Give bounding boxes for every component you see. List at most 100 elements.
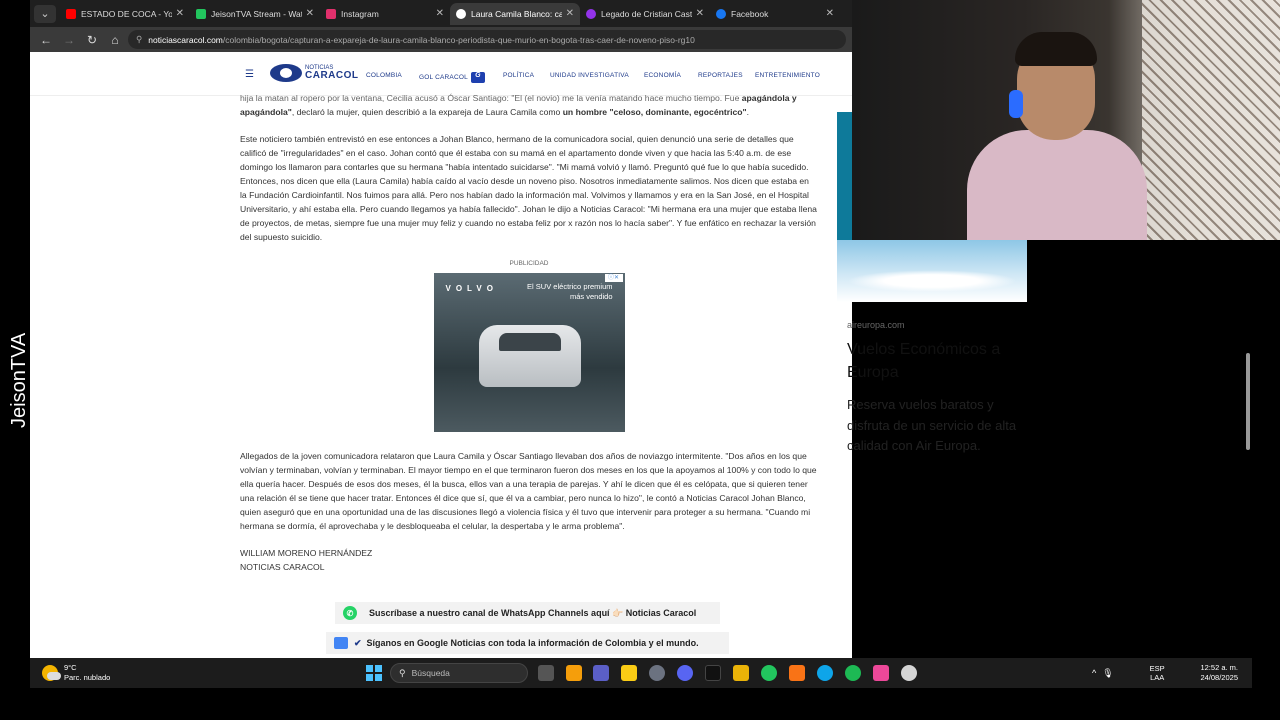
- tab-title: Facebook: [731, 8, 769, 19]
- taskbar-clock[interactable]: 12:52 a. m. 24/08/2025: [1190, 663, 1238, 683]
- tiktok-icon[interactable]: [705, 665, 721, 681]
- language-indicator[interactable]: ESP LAA: [1150, 664, 1165, 682]
- site-info-icon[interactable]: ⚲: [136, 34, 142, 45]
- site-logo[interactable]: NOTICIAS CARACOL: [270, 64, 359, 82]
- close-icon[interactable]: ✕: [826, 8, 834, 19]
- author-byline: WILLIAM MORENO HERNÁNDEZ NOTICIAS CARACO…: [240, 546, 818, 574]
- scrollbar-thumb[interactable]: [1246, 353, 1250, 450]
- hair: [1015, 32, 1097, 66]
- volvo-ad[interactable]: VOLVO El SUV eléctrico premium más vendi…: [433, 273, 625, 432]
- ad-tagline: El SUV eléctrico premium más vendido: [527, 282, 613, 301]
- copilot-icon[interactable]: [566, 665, 582, 681]
- clock-time: 12:52 a. m.: [1200, 663, 1238, 672]
- sidebar-ad-source[interactable]: aireuropa.com: [847, 320, 905, 330]
- search-icon: ⚲: [399, 667, 406, 678]
- weather-widget[interactable]: 9°C Parc. nublado: [42, 663, 110, 683]
- home-icon[interactable]: ⌂: [105, 30, 125, 50]
- file-explorer-icon[interactable]: [621, 665, 637, 681]
- chrome-icon[interactable]: [761, 665, 777, 681]
- browser-tab-active[interactable]: Laura Camila Blanco: capt ✕: [450, 2, 580, 25]
- sidebar-ad-strip: [837, 112, 852, 247]
- reload-icon[interactable]: ↻: [82, 30, 102, 50]
- close-icon[interactable]: ✕: [436, 8, 444, 19]
- browser-tab[interactable]: Instagram ✕: [320, 3, 450, 25]
- bold-quote: un hombre "celoso, dominante, egocéntric…: [562, 107, 747, 117]
- ad-brand: VOLVO: [445, 284, 498, 293]
- back-icon[interactable]: ←: [36, 30, 56, 50]
- headset-icon: [1009, 90, 1023, 118]
- caracol-logo-icon: [270, 64, 302, 82]
- tab-search-icon[interactable]: ⌄: [34, 4, 56, 23]
- sidebar-ad-image[interactable]: [837, 240, 1027, 302]
- chevron-up-icon[interactable]: ^: [1092, 668, 1096, 678]
- sidebar-ad-title[interactable]: Vuelos Económicos a Europa: [847, 338, 1037, 384]
- youtube-icon: [66, 8, 76, 19]
- streamer-person: [967, 30, 1147, 240]
- check-icon: ✔: [354, 637, 362, 648]
- address-bar[interactable]: ⚲ noticiascaracol.com/colombia/bogota/ca…: [128, 30, 846, 49]
- hoodie: [967, 130, 1147, 240]
- microphone-icon[interactable]: 🎙: [1102, 668, 1113, 679]
- browser-toolbar: ← → ↻ ⌂ ⚲ noticiascaracol.com/colombia/b…: [30, 27, 852, 52]
- stream-watermark: JeisonTVA: [6, 320, 32, 430]
- browser-tab[interactable]: Legado de Cristian Castañ ✕: [580, 3, 710, 25]
- ad-label: PUBLICIDAD: [509, 260, 549, 267]
- car-image: [478, 325, 581, 387]
- task-view-icon[interactable]: [538, 665, 554, 681]
- menu-icon[interactable]: ☰: [245, 69, 254, 80]
- browser-tab[interactable]: ESTADO DE COCA - YouTube ✕: [60, 3, 190, 25]
- close-icon[interactable]: ✕: [566, 8, 574, 19]
- obs-icon[interactable]: [901, 665, 917, 681]
- browser-tab[interactable]: JeisonTVA Stream - Watch ✕: [190, 3, 320, 25]
- discord-icon[interactable]: [677, 665, 693, 681]
- nav-entretenimiento[interactable]: ENTRETENIMIENTO: [755, 72, 820, 79]
- google-news-text: Síganos en Google Noticias con toda la i…: [366, 638, 699, 648]
- page-scrollbar[interactable]: [1244, 240, 1252, 658]
- close-icon[interactable]: ✕: [696, 8, 704, 19]
- nav-economia[interactable]: ECONOMÍA: [644, 72, 681, 79]
- browser-tab-bar: ⌄ ESTADO DE COCA - YouTube ✕ JeisonTVA S…: [30, 0, 852, 27]
- article-paragraph: hija la matan al ropero por la ventana, …: [240, 91, 818, 119]
- tab-title: Instagram: [341, 8, 379, 19]
- system-tray: ^ 🎙 ESP LAA: [1092, 662, 1181, 684]
- ad-choices-icon[interactable]: ⓘ✕: [604, 274, 623, 282]
- weather-condition: Parc. nublado: [64, 673, 111, 682]
- settings-icon[interactable]: [649, 665, 665, 681]
- spotify-icon[interactable]: [845, 665, 861, 681]
- tab-title: Legado de Cristian Castañ: [601, 8, 692, 19]
- caracol-icon: [456, 8, 466, 19]
- weather-icon: [42, 665, 61, 681]
- nav-politica[interactable]: POLÍTICA: [503, 72, 534, 79]
- google-news-banner[interactable]: ✔ Síganos en Google Noticias con toda la…: [326, 632, 729, 654]
- search-placeholder: Búsqueda: [411, 668, 450, 678]
- lang-top: ESP: [1149, 664, 1165, 673]
- site-navbar: ☰ NOTICIAS CARACOL COLOMBIA GOL CARACOL G…: [30, 52, 852, 96]
- whatsapp-banner[interactable]: ✆ Suscríbase a nuestro canal de WhatsApp…: [335, 602, 720, 624]
- windows-start-icon[interactable]: [366, 665, 382, 681]
- close-icon[interactable]: ✕: [306, 8, 314, 19]
- brave-icon[interactable]: [789, 665, 805, 681]
- logo-big: CARACOL: [305, 70, 359, 81]
- kick-icon: [196, 8, 206, 19]
- tab-title: ESTADO DE COCA - YouTube: [81, 8, 172, 19]
- nav-reportajes[interactable]: REPORTAJES: [698, 72, 743, 79]
- forward-icon[interactable]: →: [59, 30, 79, 50]
- nav-gol-caracol[interactable]: GOL CARACOL G: [419, 72, 485, 83]
- browser-tab[interactable]: Facebook ✕: [710, 3, 840, 25]
- edge-icon[interactable]: [817, 665, 833, 681]
- nav-colombia[interactable]: COLOMBIA: [366, 72, 402, 79]
- app-icon[interactable]: [733, 665, 749, 681]
- tab-title: Laura Camila Blanco: capt: [471, 8, 562, 19]
- watermark-text: JeisonTVA: [8, 332, 30, 428]
- nav-unidad-investigativa[interactable]: UNIDAD INVESTIGATIVA: [550, 72, 629, 79]
- close-icon[interactable]: ✕: [176, 8, 184, 19]
- tiktok-live-icon[interactable]: [873, 665, 889, 681]
- site-icon: [586, 8, 596, 19]
- google-news-icon: [334, 637, 348, 649]
- instagram-icon: [326, 8, 336, 19]
- taskbar-search[interactable]: ⚲ Búsqueda: [390, 663, 528, 683]
- article-body: hija la matan al ropero por la ventana, …: [240, 93, 818, 574]
- sidebar-ad-description: Reserva vuelos baratos y disfruta de un …: [847, 397, 1017, 453]
- teams-icon[interactable]: [593, 665, 609, 681]
- nav-label: GOL CARACOL: [419, 74, 468, 82]
